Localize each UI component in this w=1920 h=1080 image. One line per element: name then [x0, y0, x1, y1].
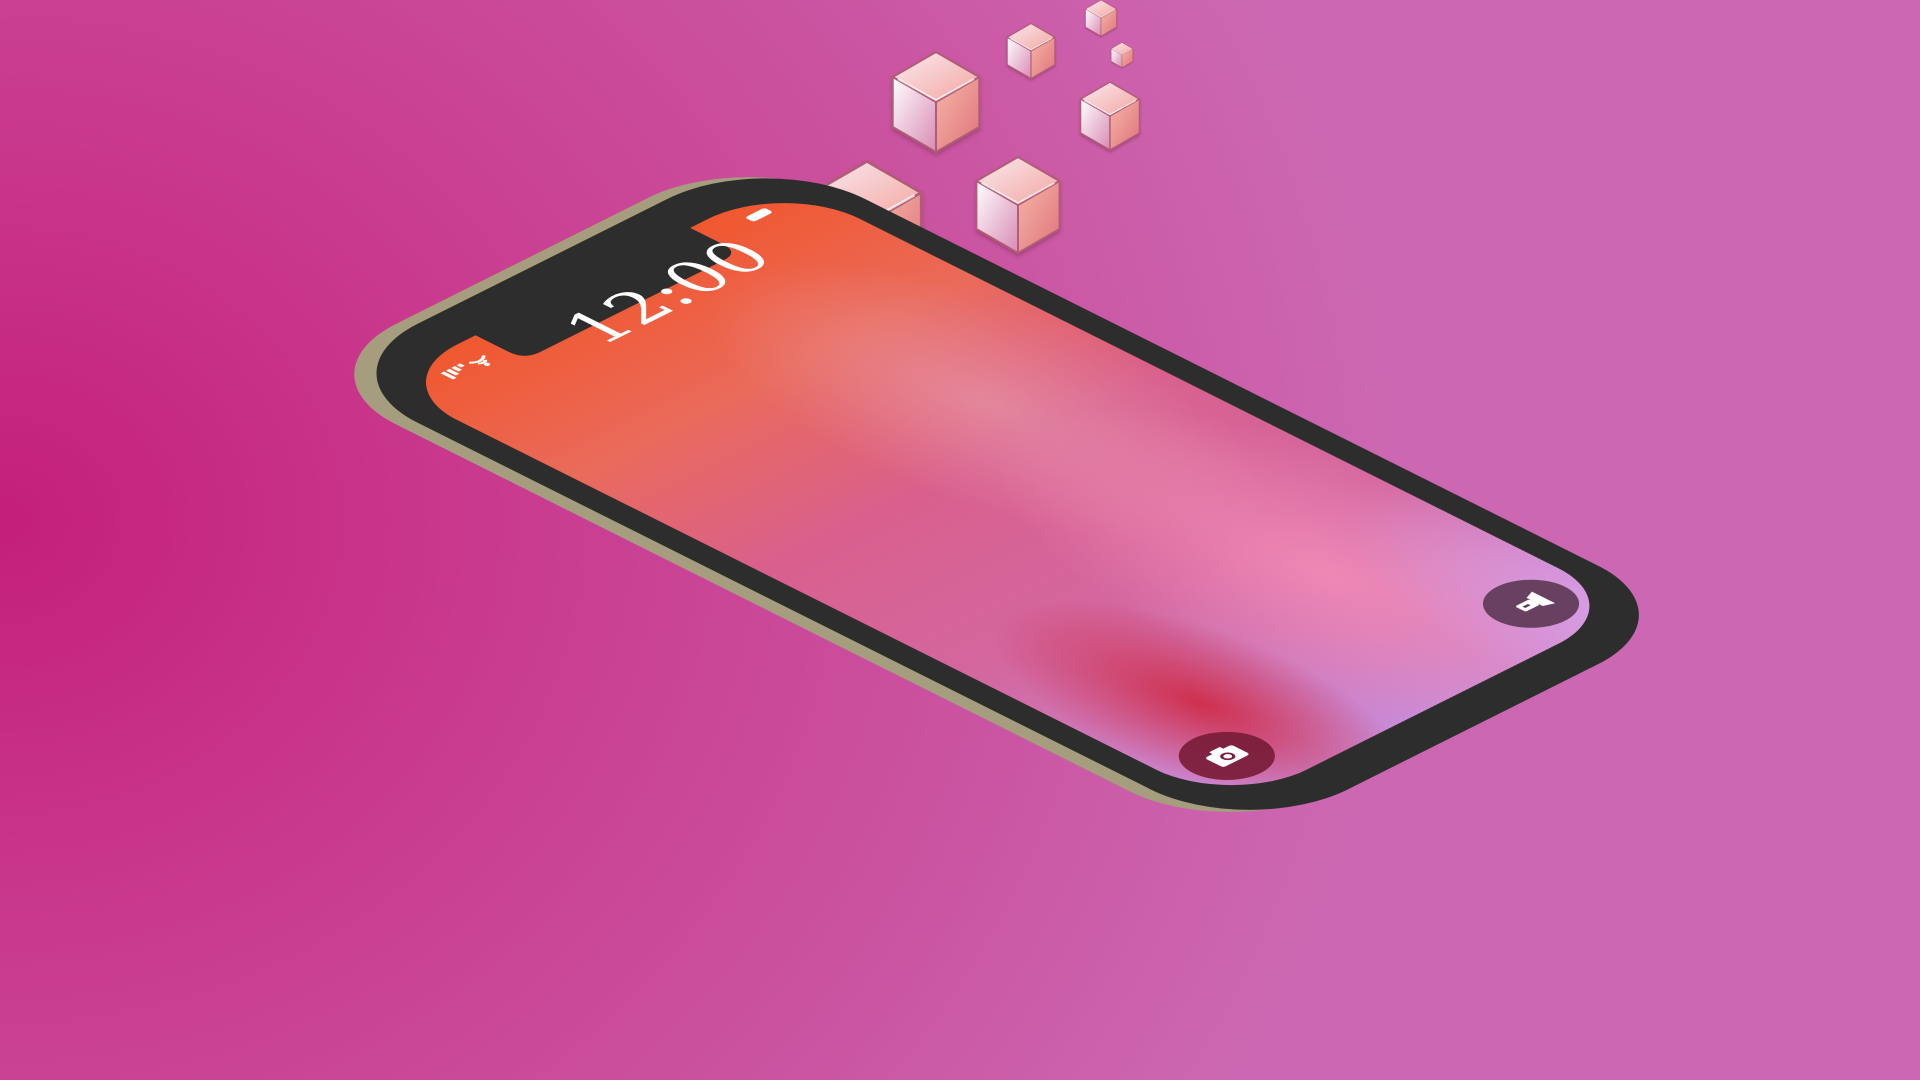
phone: 12:00: [354, 177, 1639, 813]
floating-cube: [1110, 42, 1134, 68]
floating-cube: [1079, 81, 1141, 151]
floating-cube: [891, 51, 981, 153]
floating-cube: [975, 156, 1061, 254]
floating-cube: [1006, 22, 1056, 80]
illustration-scene: 12:00: [354, 0, 1639, 813]
floating-cube: [1085, 0, 1117, 37]
